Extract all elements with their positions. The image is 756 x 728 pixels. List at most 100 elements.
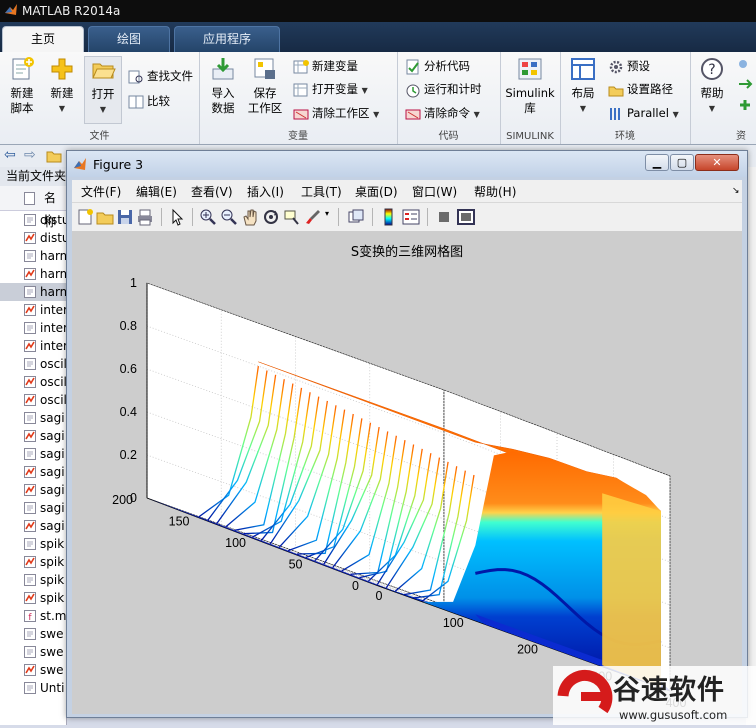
simulink-library-button[interactable]: Simulink 库 <box>504 56 556 116</box>
brush-icon[interactable] <box>304 208 322 226</box>
file-row[interactable]: swe <box>0 643 66 661</box>
back-arrow-icon[interactable]: ⇦ <box>4 147 16 163</box>
compare-button[interactable]: 比较 <box>128 92 170 110</box>
menu-tools[interactable]: 工具(T) <box>301 183 342 200</box>
open-variable-button[interactable]: 打开变量 ▼ <box>293 80 368 98</box>
file-row[interactable]: inter <box>0 301 66 319</box>
parallel-button[interactable]: Parallel ▼ <box>608 104 679 122</box>
tab-plots[interactable]: 绘图 <box>88 26 170 52</box>
file-row[interactable]: distu <box>0 211 66 229</box>
file-row[interactable]: harm <box>0 265 66 283</box>
parallel-label: Parallel <box>627 106 669 120</box>
menu-file[interactable]: 文件(F) <box>81 183 121 200</box>
figure-canvas[interactable]: S变换的三维网格图 0 0.2 0.4 0.6 0.8 1 0 100 200 … <box>72 231 742 714</box>
file-row[interactable]: sagi <box>0 445 66 463</box>
preferences-button[interactable]: 预设 <box>608 57 650 75</box>
menu-desktop[interactable]: 桌面(D) <box>355 183 398 200</box>
layout-button[interactable]: 布局 ▼ <box>564 56 602 116</box>
close-button[interactable]: ✕ <box>695 154 739 171</box>
file-row[interactable]: sagi <box>0 517 66 535</box>
save-icon[interactable] <box>116 208 134 226</box>
find-files-button[interactable]: 查找文件 <box>128 67 193 85</box>
file-func-icon: f <box>24 610 36 622</box>
column-header-name[interactable]: 名称 <box>0 186 66 229</box>
new-script-button[interactable]: 新建 脚本 <box>4 56 40 116</box>
community-icons[interactable] <box>736 58 754 118</box>
set-path-button[interactable]: 设置路径 <box>608 80 673 98</box>
new-button[interactable]: 新建 ▼ <box>44 56 80 116</box>
import-data-button[interactable]: 导入 数据 <box>205 56 241 116</box>
file-row[interactable]: spik <box>0 589 66 607</box>
edit-plot-arrow-icon[interactable] <box>168 208 186 226</box>
zoom-out-icon[interactable] <box>220 208 238 226</box>
save-workspace-button[interactable]: 保存 工作区 <box>245 56 285 116</box>
y-tick-label: 150 <box>169 515 190 529</box>
tab-home[interactable]: 主页 <box>2 26 84 52</box>
file-m-icon <box>24 502 36 514</box>
file-name: oscil <box>40 393 67 407</box>
show-plot-tools-icon[interactable] <box>457 208 475 226</box>
file-row[interactable]: spik <box>0 535 66 553</box>
file-row[interactable]: sagi <box>0 481 66 499</box>
file-row[interactable]: sagi <box>0 427 66 445</box>
zoom-in-icon[interactable] <box>199 208 217 226</box>
clear-workspace-button[interactable]: 清除工作区 ▼ <box>293 104 379 122</box>
file-row[interactable]: spik <box>0 571 66 589</box>
tab-apps[interactable]: 应用程序 <box>174 26 280 52</box>
file-row[interactable]: oscil <box>0 355 66 373</box>
chevron-down-icon: ▼ <box>708 104 716 113</box>
data-cursor-icon[interactable] <box>283 208 301 226</box>
file-row[interactable]: inter <box>0 319 66 337</box>
brush-dropdown-icon[interactable]: ▾ <box>325 209 329 218</box>
new-variable-button[interactable]: 新建变量 <box>293 57 358 75</box>
file-row[interactable]: swe <box>0 661 66 679</box>
file-row[interactable]: oscil <box>0 373 66 391</box>
menu-view[interactable]: 查看(V) <box>191 183 233 200</box>
chevron-down-icon: ▼ <box>373 110 380 119</box>
folder-icon[interactable] <box>46 149 62 163</box>
menu-window[interactable]: 窗口(W) <box>412 183 457 200</box>
help-button[interactable]: ? 帮助 ▼ <box>694 56 730 116</box>
forward-arrow-icon[interactable]: ⇨ <box>24 147 36 163</box>
file-row[interactable]: distu <box>0 229 66 247</box>
legend-icon[interactable] <box>402 208 420 226</box>
figure-title-bar[interactable]: Figure 3 ▁ ▢ ✕ <box>67 151 747 177</box>
print-icon[interactable] <box>136 208 154 226</box>
analyze-code-button[interactable]: 分析代码 <box>405 57 470 75</box>
file-row[interactable]: sagi <box>0 463 66 481</box>
file-fig-icon <box>24 466 36 478</box>
surface-plot[interactable]: 00.20.40.60.810100200300400050100150200 <box>72 231 742 714</box>
maximize-button[interactable]: ▢ <box>670 154 694 171</box>
chevron-down-icon: ▼ <box>579 104 587 113</box>
new-figure-icon[interactable] <box>76 208 94 226</box>
minimize-button[interactable]: ▁ <box>645 154 669 171</box>
file-row[interactable]: harm <box>0 247 66 265</box>
variable-group: 导入 数据 保存 工作区 新建变量 打开变量 ▼ 清除工作区 ▼ 变量 <box>199 52 398 144</box>
colorbar-icon[interactable] <box>380 208 398 226</box>
file-name: spik <box>40 555 65 569</box>
file-row[interactable]: harm <box>0 283 66 301</box>
hide-plot-tools-icon[interactable] <box>435 208 453 226</box>
pan-hand-icon[interactable] <box>241 208 259 226</box>
menu-dock-arrow-icon[interactable]: ↘ <box>732 186 740 196</box>
menu-help[interactable]: 帮助(H) <box>474 183 516 200</box>
file-row[interactable]: sagi <box>0 499 66 517</box>
file-row[interactable]: oscil <box>0 391 66 409</box>
clear-commands-button[interactable]: 清除命令 ▼ <box>405 104 480 122</box>
file-row[interactable]: Unti <box>0 679 66 697</box>
open-file-icon[interactable] <box>96 208 114 226</box>
close-icon: ✕ <box>712 156 722 169</box>
simulink-library-label: Simulink 库 <box>505 86 555 115</box>
rotate-3d-icon[interactable] <box>262 208 280 226</box>
file-row[interactable]: inter <box>0 337 66 355</box>
file-row[interactable]: sagi <box>0 409 66 427</box>
run-and-time-button[interactable]: 运行和计时 <box>405 80 482 98</box>
link-plot-icon[interactable] <box>347 208 365 226</box>
file-row[interactable]: swe <box>0 625 66 643</box>
menu-insert[interactable]: 插入(I) <box>247 183 284 200</box>
menu-edit[interactable]: 编辑(E) <box>136 183 177 200</box>
file-row[interactable]: f st.m <box>0 607 66 625</box>
file-row[interactable]: spik <box>0 553 66 571</box>
open-button[interactable]: 打开 ▼ <box>84 56 122 124</box>
toolbar-separator <box>192 208 193 226</box>
